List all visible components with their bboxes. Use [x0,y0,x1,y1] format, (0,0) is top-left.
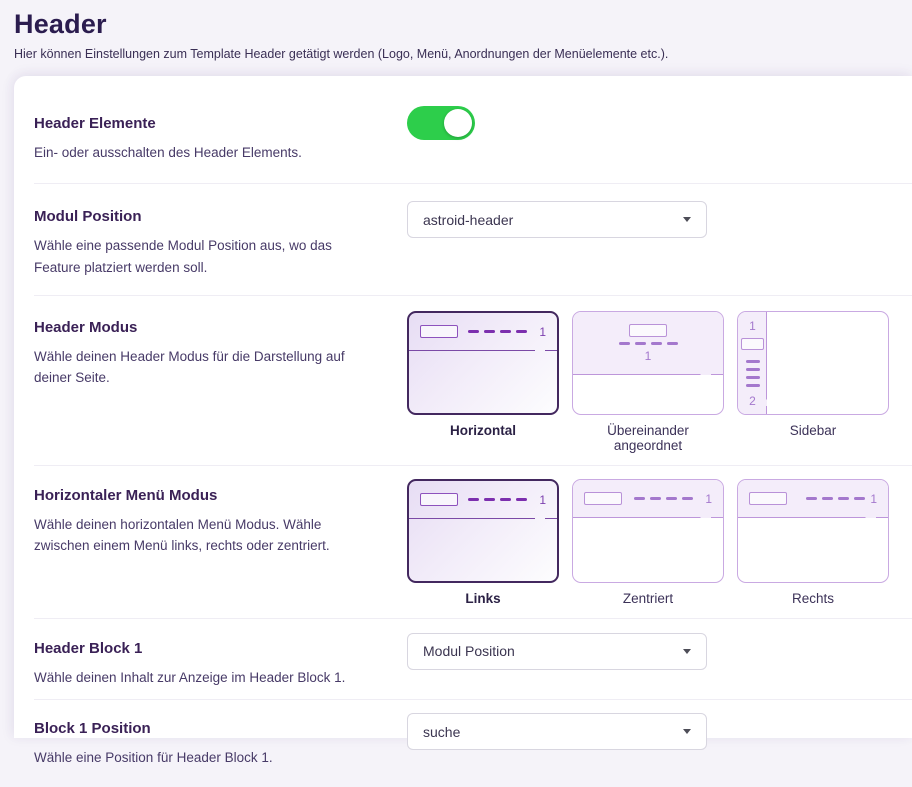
block-number: 1 [749,320,756,332]
logo-placeholder-icon [629,324,667,337]
header-modus-option-stacked[interactable]: 1 Übereinander angeordnet [572,311,724,453]
logo-placeholder-icon [584,492,622,505]
menue-modus-option-rechts[interactable]: 1 Rechts [737,479,889,606]
logo-placeholder-icon [420,325,458,338]
option-label: Sidebar [737,423,889,438]
header-modus-option-horizontal[interactable]: 1 Horizontal [407,311,559,453]
block-number: 1 [705,493,712,505]
page-title: Header [14,9,898,40]
row-menue-modus: Horizontaler Menü Modus Wähle deinen hor… [34,466,912,619]
header-modus-option-sidebar[interactable]: 1 2 Sidebar [737,311,889,453]
block-1-position-label: Block 1 Position [34,720,407,737]
header-modus-label: Header Modus [34,319,407,336]
header-block-1-select-value: Modul Position [423,643,515,659]
menue-modus-options: 1 Links 1 Zen [407,479,889,606]
stacked-preview: 1 [572,311,724,415]
menue-modus-option-links[interactable]: 1 Links [407,479,559,606]
chevron-down-icon [683,649,691,654]
row-header-modus: Header Modus Wähle deinen Header Modus f… [34,296,912,466]
block-1-position-description: Wähle eine Position für Header Block 1. [34,747,379,768]
menu-dashes-icon [468,330,527,333]
header-block-1-description: Wähle deinen Inhalt zur Anzeige im Heade… [34,667,379,688]
modul-position-select-value: astroid-header [423,212,513,228]
menue-modus-option-zentriert[interactable]: 1 Zentriert [572,479,724,606]
block-1-position-select-value: suche [423,724,460,740]
logo-placeholder-icon [749,492,787,505]
block-number: 1 [645,350,652,362]
option-label: Links [407,591,559,606]
block-number: 1 [539,326,546,338]
header-modus-options: 1 Horizontal 1 [407,311,889,453]
menu-links-preview: 1 [407,479,559,583]
menu-zentriert-preview: 1 [572,479,724,583]
logo-placeholder-icon [420,493,458,506]
horizontal-preview: 1 [407,311,559,415]
menu-dashes-icon [619,342,678,345]
row-header-block-1: Header Block 1 Wähle deinen Inhalt zur A… [34,619,912,700]
modul-position-description: Wähle eine passende Modul Position aus, … [34,235,379,278]
block-number: 2 [749,395,756,407]
block-number: 1 [870,493,877,505]
settings-card: Header Elemente Ein- oder ausschalten de… [14,76,912,738]
header-block-1-label: Header Block 1 [34,640,407,657]
menu-dashes-icon [634,497,693,500]
option-label: Übereinander angeordnet [572,423,724,453]
row-header-elemente: Header Elemente Ein- oder ausschalten de… [34,76,912,184]
header-elemente-description: Ein- oder ausschalten des Header Element… [34,142,379,163]
menu-dashes-icon [468,498,527,501]
sidebar-preview: 1 2 [737,311,889,415]
option-label: Zentriert [572,591,724,606]
header-elemente-label: Header Elemente [34,115,407,132]
block-1-position-select[interactable]: suche [407,713,707,750]
menue-modus-description: Wähle deinen horizontalen Menü Modus. Wä… [34,514,379,557]
row-modul-position: Modul Position Wähle eine passende Modul… [34,184,912,296]
page-header: Header Hier können Einstellungen zum Tem… [0,0,912,61]
header-block-1-select[interactable]: Modul Position [407,633,707,670]
modul-position-label: Modul Position [34,208,407,225]
block-number: 1 [539,494,546,506]
menu-dashes-icon [746,360,760,387]
menu-rechts-preview: 1 [737,479,889,583]
option-label: Horizontal [407,423,559,438]
row-block-1-position: Block 1 Position Wähle eine Position für… [34,700,912,786]
header-modus-description: Wähle deinen Header Modus für die Darste… [34,346,379,389]
menue-modus-label: Horizontaler Menü Modus [34,487,407,504]
header-elemente-toggle[interactable] [407,106,475,140]
toggle-knob [444,109,472,137]
logo-placeholder-icon [741,338,764,350]
chevron-down-icon [683,729,691,734]
page-subtitle: Hier können Einstellungen zum Template H… [14,47,898,61]
menu-dashes-icon [806,497,865,500]
modul-position-select[interactable]: astroid-header [407,201,707,238]
option-label: Rechts [737,591,889,606]
chevron-down-icon [683,217,691,222]
